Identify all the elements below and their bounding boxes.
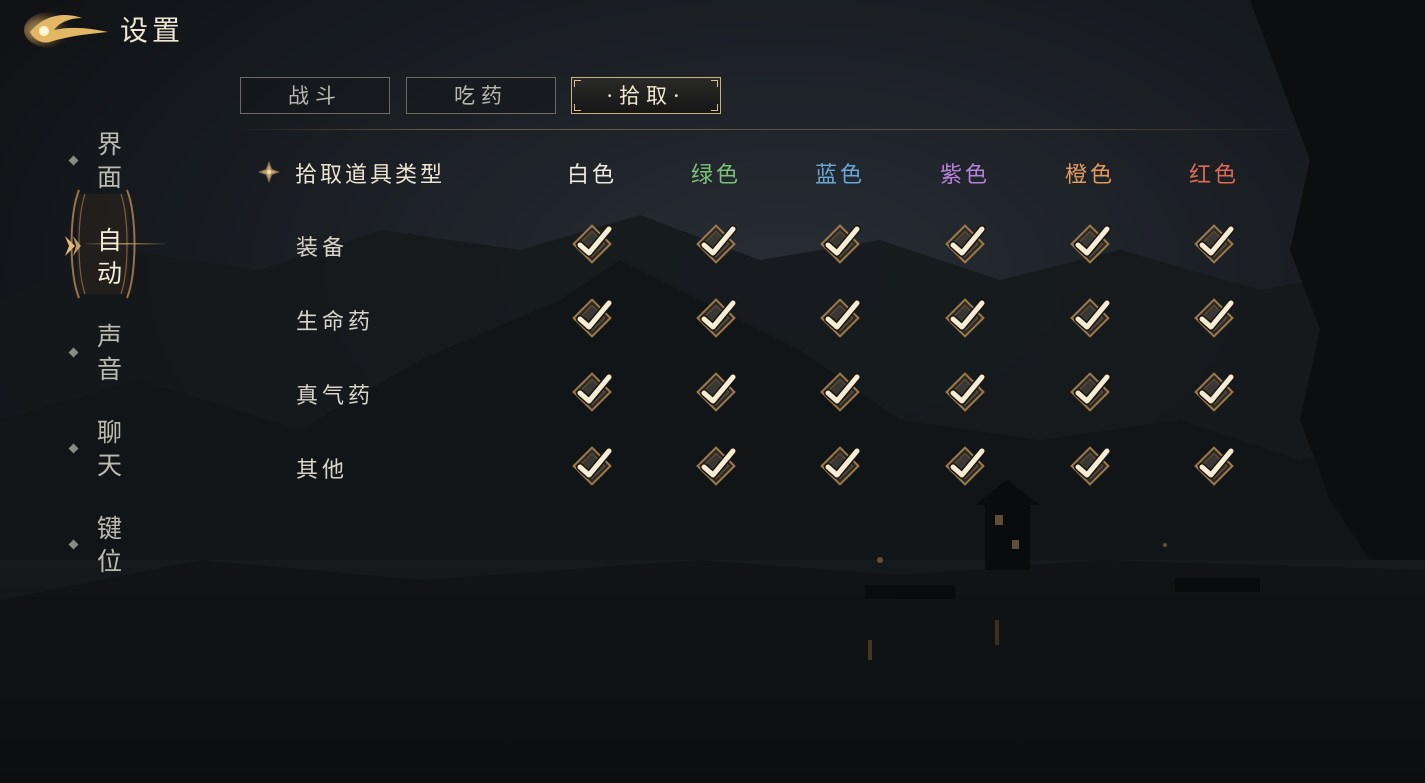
checkbox-other-orange[interactable] bbox=[1067, 443, 1113, 489]
checkmark-icon bbox=[820, 372, 861, 412]
corner-ornament bbox=[574, 104, 581, 111]
checkbox-equipment-red[interactable] bbox=[1191, 221, 1237, 267]
checkmark-icon bbox=[1194, 298, 1235, 338]
sidebar-item-sound[interactable]: 声音 bbox=[0, 316, 200, 386]
checkmark-icon bbox=[696, 224, 737, 264]
diamond-bullet-icon bbox=[68, 155, 79, 166]
checkmark-icon bbox=[1070, 446, 1111, 486]
column-header-blue: 蓝色 bbox=[814, 163, 865, 188]
checkmark-icon bbox=[945, 446, 986, 486]
checkbox-health-potion-blue[interactable] bbox=[817, 295, 863, 341]
checkbox-qi-potion-orange[interactable] bbox=[1067, 369, 1113, 415]
sidebar-item-label: 键位 bbox=[97, 514, 123, 576]
checkbox-qi-potion-blue[interactable] bbox=[817, 369, 863, 415]
checkbox-equipment-purple[interactable] bbox=[942, 221, 988, 267]
sidebar-item-auto[interactable]: 自动 bbox=[0, 189, 200, 299]
row-label-other: 其他 bbox=[296, 458, 349, 483]
checkbox-qi-potion-green[interactable] bbox=[693, 369, 739, 415]
golden-swoosh-emblem-icon bbox=[24, 12, 108, 48]
checkbox-health-potion-purple[interactable] bbox=[942, 295, 988, 341]
sidebar-item-chat[interactable]: 聊天 bbox=[0, 412, 200, 482]
checkbox-qi-potion-red[interactable] bbox=[1191, 369, 1237, 415]
column-header-red: 红色 bbox=[1188, 163, 1239, 188]
checkbox-equipment-white[interactable] bbox=[569, 221, 615, 267]
checkmark-icon bbox=[572, 372, 613, 412]
checkbox-other-white[interactable] bbox=[569, 443, 615, 489]
checkbox-equipment-green[interactable] bbox=[693, 221, 739, 267]
checkbox-qi-potion-purple[interactable] bbox=[942, 369, 988, 415]
tab-label: ·拾取· bbox=[606, 84, 686, 108]
checkmark-icon bbox=[1070, 298, 1111, 338]
checkmark-icon bbox=[945, 372, 986, 412]
tab-divider bbox=[232, 129, 1302, 130]
checkmark-icon bbox=[1194, 372, 1235, 412]
tab-combat[interactable]: 战斗 bbox=[240, 77, 390, 114]
checkbox-other-blue[interactable] bbox=[817, 443, 863, 489]
checkmark-icon bbox=[1070, 224, 1111, 264]
checkbox-other-green[interactable] bbox=[693, 443, 739, 489]
sidebar-item-label: 聊天 bbox=[97, 418, 123, 480]
checkbox-other-purple[interactable] bbox=[942, 443, 988, 489]
checkmark-icon bbox=[696, 298, 737, 338]
corner-ornament bbox=[711, 80, 718, 87]
row-label-qi-potion: 真气药 bbox=[296, 384, 375, 409]
page-title: 设置 bbox=[120, 14, 185, 47]
diamond-bullet-icon bbox=[68, 539, 79, 550]
sidebar-item-label: 声音 bbox=[97, 322, 123, 384]
tab-pickup[interactable]: ·拾取· bbox=[571, 77, 721, 114]
checkbox-health-potion-red[interactable] bbox=[1191, 295, 1237, 341]
checkbox-health-potion-orange[interactable] bbox=[1067, 295, 1113, 341]
checkmark-icon bbox=[572, 298, 613, 338]
column-header-green: 绿色 bbox=[690, 163, 741, 188]
column-header-purple: 紫色 bbox=[939, 163, 990, 188]
checkmark-icon bbox=[1070, 372, 1111, 412]
sidebar-item-label: 自动 bbox=[97, 226, 123, 288]
corner-ornament bbox=[574, 80, 581, 87]
checkmark-icon bbox=[1194, 224, 1235, 264]
row-label-equipment: 装备 bbox=[296, 236, 349, 261]
checkmark-icon bbox=[1194, 446, 1235, 486]
column-header-white: 白色 bbox=[566, 163, 617, 188]
checkmark-icon bbox=[572, 224, 613, 264]
diamond-bullet-icon bbox=[68, 347, 79, 358]
checkbox-health-potion-green[interactable] bbox=[693, 295, 739, 341]
checkbox-other-red[interactable] bbox=[1191, 443, 1237, 489]
checkbox-qi-potion-white[interactable] bbox=[569, 369, 615, 415]
row-label-health-potion: 生命药 bbox=[296, 310, 375, 335]
checkmark-icon bbox=[696, 372, 737, 412]
item-type-header: 拾取道具类型 bbox=[295, 163, 446, 188]
column-header-orange: 橙色 bbox=[1064, 163, 1115, 188]
corner-ornament bbox=[711, 104, 718, 111]
checkbox-equipment-orange[interactable] bbox=[1067, 221, 1113, 267]
settings-sidebar: 界面 自动 声音 聊天 键位 bbox=[0, 120, 200, 590]
checkmark-icon bbox=[945, 298, 986, 338]
fleur-ornament-icon bbox=[258, 161, 280, 183]
sidebar-item-keybinds[interactable]: 键位 bbox=[0, 508, 200, 578]
checkmark-icon bbox=[945, 224, 986, 264]
tab-potion[interactable]: 吃药 bbox=[406, 77, 556, 114]
settings-header: 设置 bbox=[20, 4, 240, 54]
diamond-bullet-icon bbox=[68, 443, 79, 454]
checkmark-icon bbox=[572, 446, 613, 486]
checkmark-icon bbox=[820, 298, 861, 338]
checkmark-icon bbox=[696, 446, 737, 486]
checkbox-equipment-blue[interactable] bbox=[817, 221, 863, 267]
checkbox-health-potion-white[interactable] bbox=[569, 295, 615, 341]
checkmark-icon bbox=[820, 224, 861, 264]
checkmark-icon bbox=[820, 446, 861, 486]
